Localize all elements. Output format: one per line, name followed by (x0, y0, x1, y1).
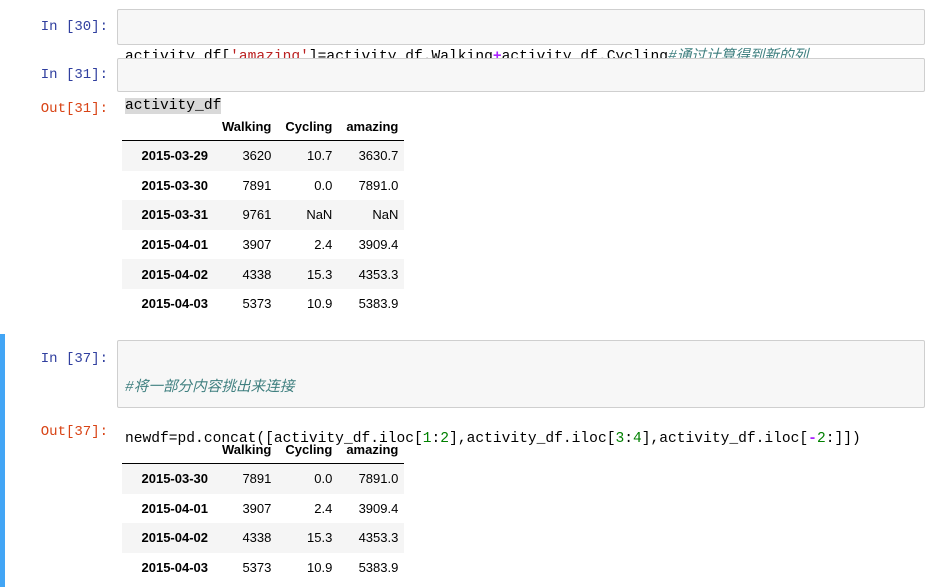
input-prompt: In [30]: (40, 19, 108, 35)
row-index: 2015-04-03 (141, 560, 209, 576)
row-index: 2015-04-01 (141, 500, 209, 516)
table-cell: 15.3 (307, 266, 333, 282)
row-index: 2015-04-03 (141, 296, 209, 312)
row-index: 2015-03-31 (141, 207, 209, 223)
table-cell: 4353.3 (358, 530, 399, 546)
code-cell-37[interactable]: In [37]: #将一部分内容挑出来连接 newdf=pd.concat([a… (0, 334, 925, 587)
table-cell: 7891 (242, 471, 272, 487)
table-cell: 10.9 (307, 560, 333, 576)
table-cell: 4353.3 (358, 266, 399, 282)
code-cell-30[interactable]: In [30]: activity_df['amazing']=activity… (0, 0, 925, 65)
table-cell: 3909.4 (358, 237, 399, 253)
input-prompt: In [37]: (40, 351, 108, 367)
table-cell: NaN (372, 207, 399, 223)
table-cell: 3907 (242, 500, 272, 516)
table-row: 2015-04-02 4338 15.3 4353.3 (122, 259, 405, 289)
table-cell: 4338 (242, 530, 272, 546)
table-cell: 10.7 (307, 148, 333, 164)
table-row: 2015-03-29 3620 10.7 3630.7 (122, 140, 405, 171)
table-row: 2015-04-01 3907 2.4 3909.4 (122, 494, 404, 524)
column-header: Cycling (277, 112, 339, 141)
table-cell: 15.3 (307, 530, 333, 546)
table-row: 2015-04-01 3907 2.4 3909.4 (122, 230, 404, 260)
table-cell: 5383.9 (358, 560, 399, 576)
table-row: 2015-03-30 7891 0.0 7891.0 (122, 463, 405, 494)
table-row: 2015-04-03 5373 10.9 5383.9 (122, 553, 404, 583)
code-cell-31[interactable]: In [31]: activity_df Out[31]: Walking Cy… (0, 52, 925, 330)
table-row: 2015-03-31 9761 NaN NaN (122, 200, 405, 230)
dataframe-table: Walking Cycling amazing 2015-03-29 3620 10… (122, 112, 405, 319)
input-prompt: In [31]: (40, 67, 108, 83)
table-cell: 3909.4 (358, 500, 399, 516)
table-cell: 5373 (242, 560, 272, 576)
column-header: amazing (338, 112, 405, 141)
row-index: 2015-03-30 (141, 177, 209, 193)
column-header: Cycling (277, 435, 339, 464)
table-cell: 3620 (242, 148, 272, 164)
index-header (122, 112, 214, 141)
table-cell: 0.0 (314, 471, 333, 487)
table-cell: 7891.0 (358, 177, 399, 193)
dataframe-table: Walking Cycling amazing 2015-03-30 7891 0.… (122, 435, 405, 583)
table-cell: 10.9 (307, 296, 333, 312)
table-cell: 7891.0 (358, 471, 399, 487)
table-row: 2015-04-03 5373 10.9 5383.9 (122, 289, 404, 319)
row-index: 2015-04-01 (141, 237, 209, 253)
index-header (122, 435, 214, 464)
table-cell: 5373 (242, 296, 272, 312)
column-header: Walking (214, 112, 278, 141)
table-cell: 2.4 (314, 237, 333, 253)
output-prompt: Out[31]: (40, 101, 108, 117)
code-editor[interactable]: activity_df['amazing']=activity_df.Walki… (117, 9, 925, 65)
table-cell: 3630.7 (358, 148, 399, 164)
table-row: 2015-04-02 4338 15.3 4353.3 (122, 523, 405, 553)
code-editor[interactable]: activity_df (117, 58, 925, 114)
row-index: 2015-03-29 (141, 148, 209, 164)
table-cell: NaN (306, 207, 333, 223)
table-cell: 0.0 (314, 177, 333, 193)
row-index: 2015-04-02 (141, 266, 209, 282)
row-index: 2015-03-30 (141, 471, 209, 487)
table-cell: 4338 (242, 266, 272, 282)
table-cell: 7891 (242, 177, 272, 193)
output-prompt: Out[37]: (40, 424, 108, 440)
table-cell: 9761 (242, 207, 272, 223)
table-cell: 5383.9 (358, 296, 399, 312)
column-header: amazing (338, 435, 405, 464)
code-line: #将一部分内容挑出来连接 (125, 380, 295, 396)
table-cell: 3907 (242, 237, 272, 253)
code-editor[interactable]: #将一部分内容挑出来连接 newdf=pd.concat([activity_d… (117, 340, 925, 498)
table-row: 2015-03-30 7891 0.0 7891.0 (122, 171, 404, 201)
table-cell: 2.4 (314, 500, 333, 516)
column-header: Walking (214, 435, 278, 464)
row-index: 2015-04-02 (141, 530, 209, 546)
